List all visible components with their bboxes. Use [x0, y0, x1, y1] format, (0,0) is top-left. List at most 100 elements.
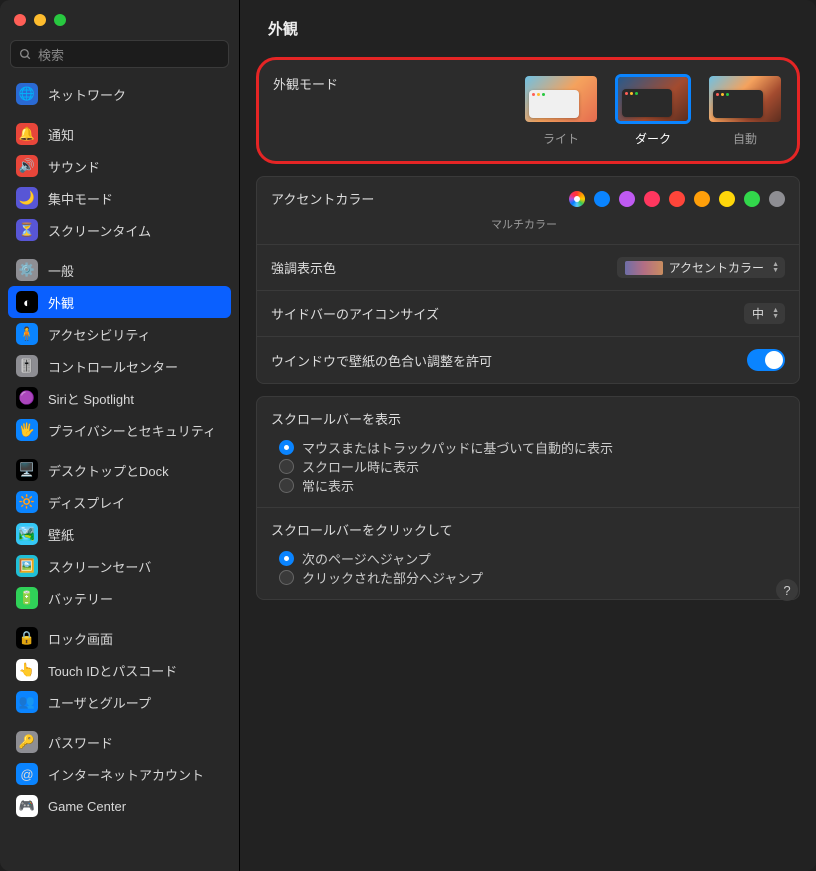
lockscreen-icon: 🔒	[16, 627, 38, 649]
accessibility-icon: 🧍	[16, 323, 38, 345]
appearance-option-light[interactable]: ライト	[523, 74, 599, 147]
sidebar-item-label: コントロールセンター	[48, 357, 178, 376]
sidebar-item-label: 一般	[48, 261, 74, 280]
accent-color-red[interactable]	[669, 191, 685, 207]
sidebar-item-internetaccounts[interactable]: @ インターネットアカウント	[8, 758, 231, 790]
sidebar-item-users[interactable]: 👥ユーザとグループ	[8, 686, 231, 718]
sidebar-item-accessibility[interactable]: 🧍 アクセシビリティ	[8, 318, 231, 350]
sidebar-item-battery[interactable]: 🔋バッテリー	[8, 582, 231, 614]
scrollbar-show-option-1[interactable]: スクロール時に表示	[271, 457, 785, 476]
sidebar-item-lockscreen[interactable]: 🔒 ロック画面	[8, 622, 231, 654]
sidebar-item-notifications[interactable]: 🔔通知	[8, 118, 231, 150]
appearance-option-label: ダーク	[635, 130, 671, 147]
sidebar-item-general[interactable]: ⚙️ 一般	[8, 254, 231, 286]
highlight-color-select[interactable]: アクセントカラー ▲▼	[617, 257, 785, 278]
sidebar-item-label: アクセシビリティ	[48, 325, 151, 344]
highlight-color-label: 強調表示色	[271, 258, 336, 277]
sidebar-icon-size-select[interactable]: 中 ▲▼	[744, 303, 785, 324]
scrollbar-click-option-0[interactable]: 次のページへジャンプ	[271, 549, 785, 568]
radio-icon	[279, 551, 294, 566]
sidebar-item-label: ネットワーク	[48, 85, 126, 104]
accent-color-picker	[569, 191, 785, 207]
general-icon: ⚙️	[16, 259, 38, 281]
appearance-option-label: ライト	[543, 130, 579, 147]
sidebar-item-privacy[interactable]: 🖐️ プライバシーとセキュリティ	[8, 414, 231, 446]
siri-icon: 🟣	[16, 387, 38, 409]
sidebar: 検索 🌐 ネットワーク 🔔通知 🔊 サウンド 🌙集中モード ⏳ スクリーンタイム ⚙️ 一般 ◐外観…	[0, 0, 240, 871]
privacy-icon: 🖐️	[16, 419, 38, 441]
sidebar-item-passwords[interactable]: 🔑パスワード	[8, 726, 231, 758]
network-icon: 🌐	[16, 83, 38, 105]
maximize-window-button[interactable]	[54, 14, 66, 26]
sidebar-item-screensaver[interactable]: 🖼️ スクリーンセーバ	[8, 550, 231, 582]
appearance-option-auto[interactable]: 自動	[707, 74, 783, 147]
sidebar-item-label: 通知	[48, 125, 74, 144]
sidebar-item-siri[interactable]: 🟣Siriと Spotlight	[8, 382, 231, 414]
sidebar-item-touchid[interactable]: 👆 Touch IDとパスコード	[8, 654, 231, 686]
sidebar-item-display[interactable]: 🔆ディスプレイ	[8, 486, 231, 518]
accent-color-green[interactable]	[744, 191, 760, 207]
search-input[interactable]: 検索	[10, 40, 229, 68]
main-content: 外観 外観モード ライトダーク自動 アクセントカラー マルチカラー 強調表示色	[240, 0, 816, 871]
scrollbar-click-option-1[interactable]: クリックされた部分へジャンプ	[271, 568, 785, 587]
accent-color-yellow[interactable]	[719, 191, 735, 207]
accent-color-blue[interactable]	[594, 191, 610, 207]
sidebar-item-focus[interactable]: 🌙集中モード	[8, 182, 231, 214]
accent-color-multi[interactable]	[569, 191, 585, 207]
accent-color-graphite[interactable]	[769, 191, 785, 207]
sound-icon: 🔊	[16, 155, 38, 177]
wallpaper-tint-toggle[interactable]	[747, 349, 785, 371]
sidebar-item-desktop[interactable]: 🖥️デスクトップとDock	[8, 454, 231, 486]
sidebar-item-appearance[interactable]: ◐外観	[8, 286, 231, 318]
internetaccounts-icon: @	[16, 763, 38, 785]
sidebar-item-gamecenter[interactable]: 🎮Game Center	[8, 790, 231, 822]
radio-label: 常に表示	[302, 476, 354, 495]
window-controls	[0, 0, 239, 36]
accent-color-purple[interactable]	[619, 191, 635, 207]
scrollbar-show-title: スクロールバーを表示	[271, 409, 785, 428]
highlight-color-value: アクセントカラー	[669, 259, 764, 276]
sidebar-item-label: デスクトップとDock	[48, 461, 169, 480]
sidebar-item-label: スクリーンセーバ	[48, 557, 151, 576]
appearance-thumb-dark	[615, 74, 691, 124]
accent-color-pink[interactable]	[644, 191, 660, 207]
sidebar-item-label: Touch IDとパスコード	[48, 661, 177, 680]
sidebar-item-screentime[interactable]: ⏳ スクリーンタイム	[8, 214, 231, 246]
sidebar-item-network[interactable]: 🌐 ネットワーク	[8, 78, 231, 110]
sidebar-item-label: プライバシーとセキュリティ	[48, 421, 216, 440]
scrollbar-show-option-0[interactable]: マウスまたはトラックパッドに基づいて自動的に表示	[271, 438, 785, 457]
chevron-updown-icon: ▲▼	[770, 262, 781, 274]
sidebar-item-label: ユーザとグループ	[48, 693, 151, 712]
screensaver-icon: 🖼️	[16, 555, 38, 577]
sidebar-item-sound[interactable]: 🔊 サウンド	[8, 150, 231, 182]
appearance-option-label: 自動	[733, 130, 757, 147]
sidebar-item-label: スクリーンタイム	[48, 221, 151, 240]
display-icon: 🔆	[16, 491, 38, 513]
scrollbar-panel: スクロールバーを表示 マウスまたはトラックパッドに基づいて自動的に表示スクロール…	[256, 396, 800, 600]
sidebar-item-label: 壁紙	[48, 525, 74, 544]
touchid-icon: 👆	[16, 659, 38, 681]
radio-icon	[279, 478, 294, 493]
controlcenter-icon: 🎚️	[16, 355, 38, 377]
sidebar-item-label: サウンド	[48, 157, 100, 176]
scrollbar-click-group: スクロールバーをクリックして 次のページへジャンプクリックされた部分へジャンプ	[271, 520, 785, 587]
help-button[interactable]: ?	[776, 579, 798, 601]
appearance-thumb-light	[523, 74, 599, 124]
minimize-window-button[interactable]	[34, 14, 46, 26]
sidebar-item-label: Game Center	[48, 799, 126, 814]
appearance-mode-panel: 外観モード ライトダーク自動	[256, 57, 800, 164]
appearance-option-dark[interactable]: ダーク	[615, 74, 691, 147]
sidebar-item-label: ロック画面	[48, 629, 113, 648]
sidebar-item-label: インターネットアカウント	[48, 765, 204, 784]
focus-icon: 🌙	[16, 187, 38, 209]
sidebar-item-controlcenter[interactable]: 🎚️ コントロールセンター	[8, 350, 231, 382]
screentime-icon: ⏳	[16, 219, 38, 241]
chevron-updown-icon: ▲▼	[770, 308, 781, 320]
close-window-button[interactable]	[14, 14, 26, 26]
accent-color-orange[interactable]	[694, 191, 710, 207]
scrollbar-show-option-2[interactable]: 常に表示	[271, 476, 785, 495]
highlight-swatch	[625, 261, 663, 275]
battery-icon: 🔋	[16, 587, 38, 609]
sidebar-item-wallpaper[interactable]: 🏞️壁紙	[8, 518, 231, 550]
radio-icon	[279, 459, 294, 474]
